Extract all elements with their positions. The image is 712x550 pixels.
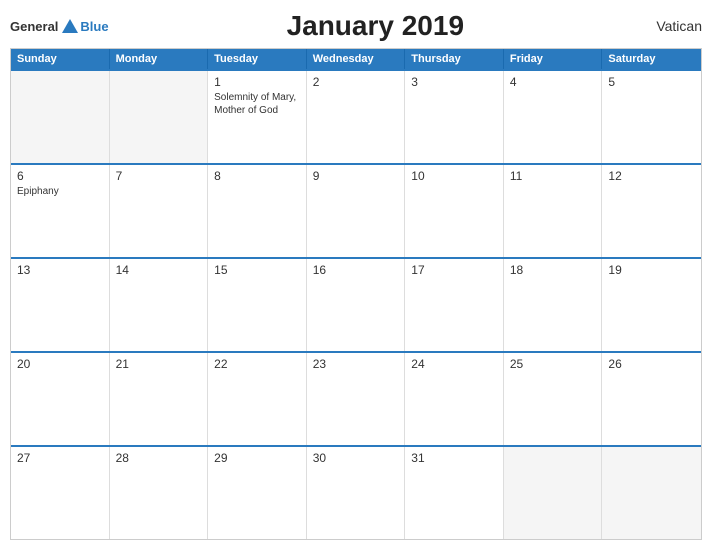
calendar-title: January 2019 — [109, 10, 642, 42]
calendar-week-4: 27 28 29 30 31 — [11, 445, 701, 539]
calendar-body: 1Solemnity of Mary, Mother of God23456Ep… — [11, 69, 701, 539]
calendar-cell — [110, 71, 209, 163]
calendar-cell: 9 — [307, 165, 406, 257]
calendar-cell: 24 — [405, 353, 504, 445]
header: General Blue January 2019 Vatican — [10, 10, 702, 42]
calendar-cell: 22 — [208, 353, 307, 445]
calendar: SundayMondayTuesdayWednesdayThursdayFrid… — [10, 48, 702, 540]
day-number: 9 — [313, 169, 399, 183]
logo: General Blue — [10, 19, 109, 34]
day-of-week-monday: Monday — [110, 49, 209, 69]
calendar-cell: 25 — [504, 353, 603, 445]
day-number: 16 — [313, 263, 399, 277]
day-number: 11 — [510, 169, 596, 183]
day-number: 26 — [608, 357, 695, 371]
day-number: 8 — [214, 169, 300, 183]
day-number: 5 — [608, 75, 695, 89]
calendar-week-2: 13 14 15 16 17 18 19 — [11, 257, 701, 351]
day-number: 21 — [116, 357, 202, 371]
calendar-cell: 30 — [307, 447, 406, 539]
day-number: 1 — [214, 75, 300, 89]
day-number: 20 — [17, 357, 103, 371]
day-number: 30 — [313, 451, 399, 465]
calendar-cell: 26 — [602, 353, 701, 445]
calendar-cell: 3 — [405, 71, 504, 163]
day-of-week-saturday: Saturday — [602, 49, 701, 69]
calendar-cell: 10 — [405, 165, 504, 257]
event-label: Epiphany — [17, 185, 103, 198]
calendar-week-0: 1 Solemnity of Mary, Mother of God 2345 — [11, 69, 701, 163]
day-number: 2 — [313, 75, 399, 89]
logo-blue: Blue — [80, 19, 108, 34]
calendar-cell — [504, 447, 603, 539]
day-number: 14 — [116, 263, 202, 277]
calendar-cell: 8 — [208, 165, 307, 257]
day-number: 3 — [411, 75, 497, 89]
calendar-cell: 18 — [504, 259, 603, 351]
calendar-cell: 28 — [110, 447, 209, 539]
calendar-cell: 13 — [11, 259, 110, 351]
day-number: 27 — [17, 451, 103, 465]
calendar-cell: 31 — [405, 447, 504, 539]
day-of-week-friday: Friday — [504, 49, 603, 69]
day-number: 28 — [116, 451, 202, 465]
day-number: 31 — [411, 451, 497, 465]
calendar-cell: 23 — [307, 353, 406, 445]
calendar-cell: 11 — [504, 165, 603, 257]
day-number: 22 — [214, 357, 300, 371]
calendar-cell — [602, 447, 701, 539]
calendar-cell: 17 — [405, 259, 504, 351]
calendar-week-1: 6 Epiphany 789 10 11 12 — [11, 163, 701, 257]
calendar-cell: 4 — [504, 71, 603, 163]
calendar-cell: 21 — [110, 353, 209, 445]
day-number: 23 — [313, 357, 399, 371]
day-of-week-thursday: Thursday — [405, 49, 504, 69]
day-number: 12 — [608, 169, 695, 183]
calendar-cell: 14 — [110, 259, 209, 351]
logo-triangle-icon — [62, 19, 78, 33]
calendar-cell: 12 — [602, 165, 701, 257]
calendar-cell: 19 — [602, 259, 701, 351]
day-number: 19 — [608, 263, 695, 277]
calendar-cell: 15 — [208, 259, 307, 351]
calendar-cell: 7 — [110, 165, 209, 257]
day-number: 10 — [411, 169, 497, 183]
day-number: 7 — [116, 169, 202, 183]
day-number: 6 — [17, 169, 103, 183]
calendar-cell: 20 — [11, 353, 110, 445]
event-label: Solemnity of Mary, Mother of God — [214, 91, 300, 117]
calendar-cell: 16 — [307, 259, 406, 351]
day-of-week-tuesday: Tuesday — [208, 49, 307, 69]
day-number: 29 — [214, 451, 300, 465]
day-number: 17 — [411, 263, 497, 277]
calendar-cell: 1 Solemnity of Mary, Mother of God — [208, 71, 307, 163]
calendar-header: SundayMondayTuesdayWednesdayThursdayFrid… — [11, 49, 701, 69]
logo-general: General — [10, 19, 58, 34]
day-number: 15 — [214, 263, 300, 277]
day-number: 13 — [17, 263, 103, 277]
calendar-cell: 5 — [602, 71, 701, 163]
day-number: 4 — [510, 75, 596, 89]
calendar-week-3: 20 21 22 23 24 25 26 — [11, 351, 701, 445]
day-number: 24 — [411, 357, 497, 371]
day-of-week-wednesday: Wednesday — [307, 49, 406, 69]
calendar-cell: 27 — [11, 447, 110, 539]
day-of-week-sunday: Sunday — [11, 49, 110, 69]
country-label: Vatican — [642, 18, 702, 34]
day-number: 18 — [510, 263, 596, 277]
day-number: 25 — [510, 357, 596, 371]
page: General Blue January 2019 Vatican Sunday… — [0, 0, 712, 550]
calendar-cell: 2 — [307, 71, 406, 163]
calendar-cell: 29 — [208, 447, 307, 539]
calendar-cell: 6 Epiphany — [11, 165, 110, 257]
calendar-cell — [11, 71, 110, 163]
